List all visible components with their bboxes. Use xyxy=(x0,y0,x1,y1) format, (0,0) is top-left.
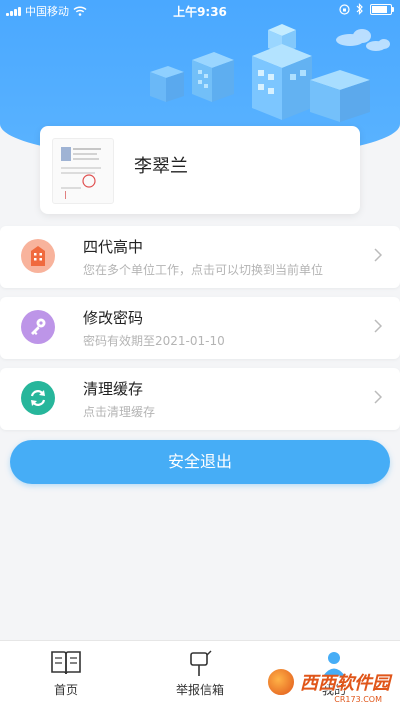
item-subtitle: 密码有效期至2021-01-10 xyxy=(83,334,225,348)
book-icon xyxy=(51,651,81,675)
orientation-lock-icon xyxy=(339,3,350,15)
chevron-right-icon xyxy=(374,319,382,333)
profile-card[interactable]: 李翠兰 xyxy=(40,126,360,214)
list-item-clear-cache[interactable]: 清理缓存 点击清理缓存 xyxy=(0,368,400,430)
key-icon xyxy=(21,310,55,344)
bluetooth-icon xyxy=(356,3,363,15)
item-subtitle: 点击清理缓存 xyxy=(83,405,156,419)
tab-home[interactable]: 首页 xyxy=(16,649,116,698)
watermark-badge-icon xyxy=(266,667,296,697)
building-icon xyxy=(21,239,55,273)
id-document-icon xyxy=(61,147,101,199)
tab-label: 举报信箱 xyxy=(175,683,224,697)
user-name: 李翠兰 xyxy=(134,156,188,177)
watermark-text: 西西软件园 xyxy=(300,673,390,694)
list-item-organization[interactable]: 四代高中 您在多个单位工作，点击可以切换到当前单位 xyxy=(0,226,400,288)
chevron-right-icon xyxy=(374,248,382,262)
status-bar: 中国移动 上午9:36 xyxy=(0,0,400,20)
watermark-site: CR173.COM xyxy=(334,695,382,704)
city-illustration xyxy=(150,24,390,122)
item-title: 修改密码 xyxy=(83,309,144,327)
item-title: 清理缓存 xyxy=(83,380,144,398)
list-item-change-password[interactable]: 修改密码 密码有效期至2021-01-10 xyxy=(0,297,400,359)
tab-report-mailbox[interactable]: 举报信箱 xyxy=(150,649,250,698)
avatar xyxy=(52,138,114,204)
chevron-right-icon xyxy=(374,390,382,404)
battery-icon xyxy=(370,3,394,15)
tab-label: 首页 xyxy=(53,683,78,697)
refresh-icon xyxy=(21,381,55,415)
item-subtitle: 您在多个单位工作，点击可以切换到当前单位 xyxy=(83,263,324,277)
mailbox-icon xyxy=(190,650,212,676)
logout-button[interactable]: 安全退出 xyxy=(10,440,390,484)
item-title: 四代高中 xyxy=(83,238,144,256)
watermark-logo: 西西软件园 CR173.COM xyxy=(266,662,390,704)
